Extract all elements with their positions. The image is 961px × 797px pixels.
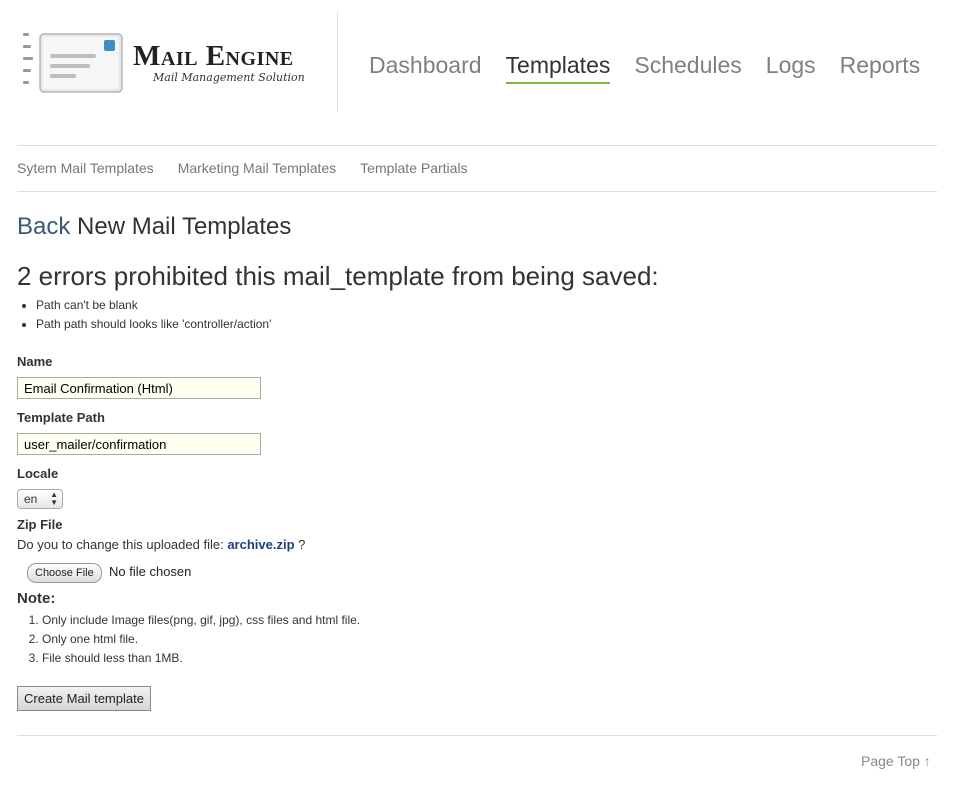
subnav-template-partials[interactable]: Template Partials [360,160,467,176]
subnav-marketing-templates[interactable]: Marketing Mail Templates [178,160,336,176]
zip-file-prompt: Do you to change this uploaded file: arc… [17,537,305,552]
note-item: File should less than 1MB. [42,649,360,668]
header-divider [337,12,338,112]
divider [17,191,937,192]
zip-prompt-text: Do you to change this uploaded file: [17,537,224,552]
page-title-text: New Mail Templates [77,213,292,240]
locale-select[interactable]: en ▲ ▼ [17,489,63,509]
note-item: Only one html file. [42,630,360,649]
nav-schedules[interactable]: Schedules [634,52,741,84]
main-nav: Dashboard Templates Schedules Logs Repor… [369,52,944,84]
note-title: Note: [17,590,56,607]
brand-title: Mail Engine [133,40,294,72]
note-list: Only include Image files(png, gif, jpg),… [17,611,360,668]
select-arrows-icon: ▲ ▼ [50,490,58,507]
note-item: Only include Image files(png, gif, jpg),… [42,611,360,630]
divider [17,145,937,146]
nav-templates[interactable]: Templates [505,52,611,84]
brand-subtitle: Mail Management Solution [153,71,305,84]
subnav-system-templates[interactable]: Sytem Mail Templates [17,160,154,176]
mail-logo-icon [23,33,123,93]
nav-reports[interactable]: Reports [840,52,921,84]
choose-file-button[interactable]: Choose File [27,563,102,583]
error-item: Path can't be blank [36,296,271,315]
error-title: 2 errors prohibited this mail_template f… [17,261,659,291]
nav-logs[interactable]: Logs [766,52,816,84]
page-title: Back New Mail Templates [17,213,291,241]
sub-nav: Sytem Mail Templates Marketing Mail Temp… [17,160,492,176]
create-mail-template-button[interactable]: Create Mail template [17,686,151,711]
zip-file-link[interactable]: archive.zip [227,537,294,552]
locale-label: Locale [17,466,59,481]
page-top-link[interactable]: Page Top ↑ [861,753,931,769]
zip-prompt-suffix: ? [298,537,306,552]
divider [17,735,937,736]
file-status: No file chosen [109,564,192,579]
error-item: Path path should looks like 'controller/… [36,315,271,334]
error-list: Path can't be blank Path path should loo… [17,296,271,334]
nav-dashboard[interactable]: Dashboard [369,52,482,84]
template-path-input[interactable] [17,433,261,455]
template-path-label: Template Path [17,410,105,425]
name-input[interactable] [17,377,261,399]
name-label: Name [17,354,53,369]
zip-file-label: Zip File [17,517,63,532]
back-link[interactable]: Back [17,213,70,240]
locale-value: en [24,492,38,506]
